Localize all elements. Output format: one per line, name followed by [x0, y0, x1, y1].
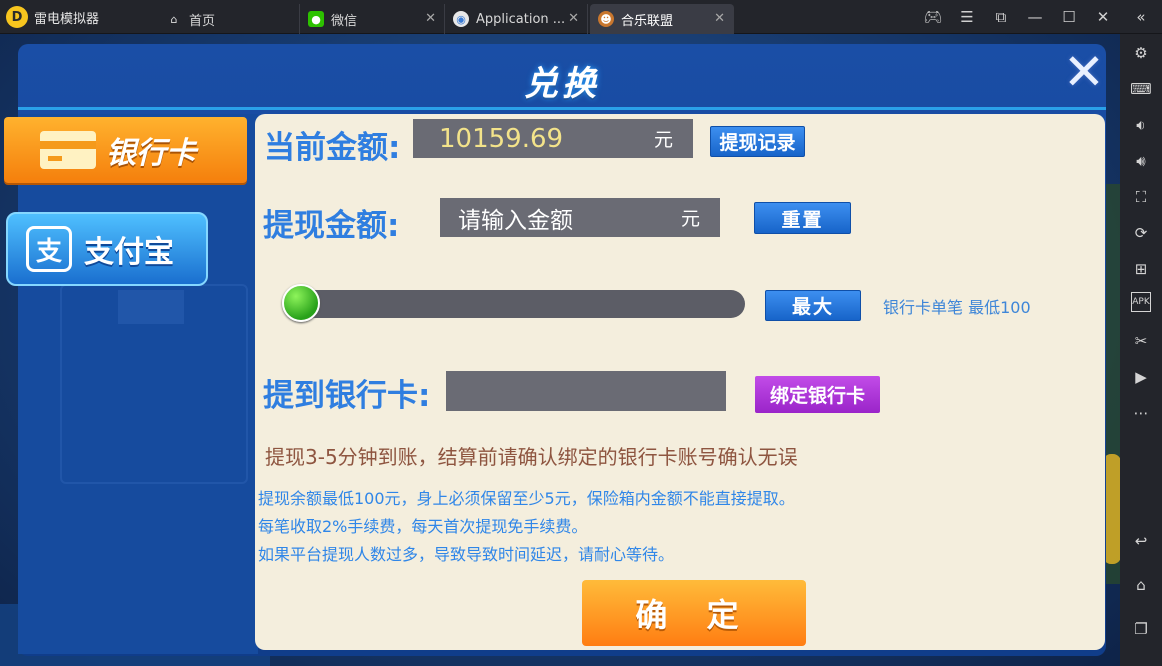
withdraw-amount-placeholder: 请输入金额: [458, 207, 573, 234]
withdraw-amount-label: 提现金额:: [263, 208, 400, 244]
tab-home[interactable]: ⌂ 首页: [158, 4, 300, 34]
tab-wechat[interactable]: ● 微信 ✕: [300, 4, 445, 34]
volume-up-icon[interactable]: 🔊︎: [1128, 148, 1154, 174]
bank-card-icon: [40, 131, 96, 169]
withdraw-amount-input[interactable]: 请输入金额 元: [440, 198, 720, 237]
withdraw-history-button[interactable]: 提现记录: [710, 126, 805, 157]
maximize-icon[interactable]: ☐: [1052, 0, 1086, 34]
emulator-titlebar: D 雷电模拟器 ⌂ 首页 ● 微信 ✕ ◉ Application ... ✕ …: [0, 0, 1162, 34]
popout-icon[interactable]: ⧉: [984, 0, 1018, 34]
tab-home-label: 首页: [189, 13, 216, 29]
to-bank-card-label: 提到银行卡:: [263, 378, 431, 414]
withdraw-amount-slider-knob[interactable]: [282, 284, 320, 322]
volume-down-icon[interactable]: 🔉︎: [1128, 112, 1154, 138]
emulator-side-toolbar: ⚙ ⌨ 🔉︎ 🔊︎ ⛶ ⟳ ⊞ APK ✂ ▶ ⋯ ↩ ⌂ ❐: [1120, 34, 1162, 666]
side-tab-alipay[interactable]: 支 支付宝: [6, 212, 208, 286]
exchange-dialog: 兑换 ✕ 银行卡 支 支付宝 当前金额: 10159.69 元 提现记录 提现金…: [4, 43, 1106, 656]
settings-icon[interactable]: ⚙: [1128, 40, 1154, 66]
add-window-icon[interactable]: ⊞: [1128, 256, 1154, 282]
withdraw-amount-unit: 元: [680, 208, 700, 230]
video-icon[interactable]: ▶: [1128, 364, 1154, 390]
emulator-brand[interactable]: D 雷电模拟器: [6, 0, 156, 34]
game-icon: ☻: [598, 11, 614, 27]
current-amount-label: 当前金额:: [264, 130, 401, 166]
tab-application-label: Application ...: [476, 11, 566, 27]
rotate-icon[interactable]: ⟳: [1128, 220, 1154, 246]
confirm-button[interactable]: 确 定: [582, 580, 806, 646]
more-icon[interactable]: ⋯: [1128, 400, 1154, 426]
current-amount-value: 10159.69: [439, 123, 564, 154]
tab-game-close-icon[interactable]: ✕: [714, 11, 725, 26]
current-amount-display: 10159.69 元: [413, 119, 693, 158]
tab-application[interactable]: ◉ Application ... ✕: [445, 4, 588, 34]
alipay-icon: 支: [26, 226, 72, 272]
apk-icon[interactable]: APK: [1131, 292, 1151, 312]
tab-wechat-close-icon[interactable]: ✕: [425, 11, 436, 26]
max-button[interactable]: 最大: [765, 290, 861, 321]
tab-wechat-label: 微信: [331, 13, 358, 29]
note-line: 如果平台提现人数过多，导致导致时间延迟，请耐心等待。: [258, 545, 675, 564]
keyboard-icon[interactable]: ⌨: [1128, 76, 1154, 102]
emulator-logo-icon: D: [6, 6, 28, 28]
home-nav-icon[interactable]: ⌂: [1128, 572, 1154, 598]
exchange-form: 当前金额: 10159.69 元 提现记录 提现金额: 请输入金额 元 重置 最…: [255, 114, 1105, 650]
back-icon[interactable]: ↩: [1128, 528, 1154, 554]
note-line: 提现余额最低100元，身上必须保留至少5元，保险箱内金额不能直接提取。: [258, 489, 795, 508]
game-viewport: 商城 兑换 ✕ 银行卡 支 支付宝 当前金额: 10159.69 元 提现记录: [0, 34, 1120, 666]
menu-icon[interactable]: ☰: [950, 0, 984, 34]
emulator-app-name: 雷电模拟器: [34, 11, 100, 27]
current-amount-unit: 元: [653, 129, 673, 151]
reset-button[interactable]: 重置: [754, 202, 851, 234]
minimize-icon[interactable]: —: [1018, 0, 1052, 34]
tab-game-label: 合乐联盟: [621, 13, 674, 29]
side-tab-alipay-label: 支付宝: [84, 235, 174, 270]
background-ghost-box: [118, 290, 184, 324]
collapse-icon[interactable]: «: [1124, 0, 1158, 34]
window-close-icon[interactable]: ✕: [1086, 0, 1120, 34]
app-icon: ◉: [453, 11, 469, 27]
minimum-amount-hint: 银行卡单笔 最低100: [883, 298, 1031, 317]
gamepad-icon[interactable]: 🎮︎: [916, 0, 950, 34]
home-icon: ⌂: [170, 12, 178, 26]
recent-apps-icon[interactable]: ❐: [1128, 616, 1154, 642]
note-line: 每笔收取2%手续费，每天首次提现免手续费。: [258, 517, 588, 536]
tab-application-close-icon[interactable]: ✕: [568, 11, 579, 26]
side-tab-bank-card-label: 银行卡: [106, 136, 196, 171]
fullscreen-icon[interactable]: ⛶: [1128, 184, 1154, 210]
withdraw-amount-slider-track[interactable]: [301, 290, 745, 318]
wechat-icon: ●: [308, 11, 324, 27]
side-tab-bank-card[interactable]: 银行卡: [4, 117, 247, 183]
bank-card-field[interactable]: [446, 371, 726, 411]
arrival-notice: 提现3-5分钟到账，结算前请确认绑定的银行卡账号确认无误: [265, 445, 798, 469]
scissors-icon[interactable]: ✂: [1128, 328, 1154, 354]
dialog-title: 兑换: [524, 64, 600, 104]
tab-game[interactable]: ☻ 合乐联盟 ✕: [590, 4, 734, 34]
dialog-header: 兑换: [18, 44, 1106, 110]
bind-bank-card-button[interactable]: 绑定银行卡: [755, 376, 880, 413]
side-tab-panel: [18, 114, 258, 654]
dialog-close-icon[interactable]: ✕: [1058, 43, 1110, 101]
